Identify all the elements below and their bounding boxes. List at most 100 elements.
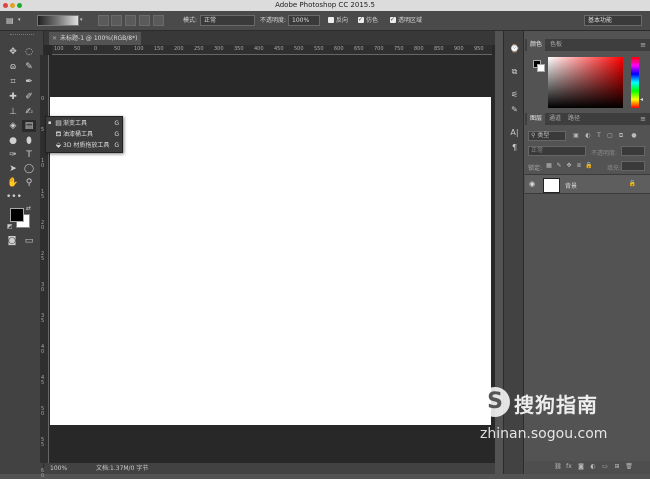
paragraph-panel-icon[interactable]: ¶ — [508, 142, 521, 153]
filter-pixel-icon[interactable]: ▣ — [572, 132, 580, 140]
workspace-switcher[interactable]: 基本功能 — [584, 15, 642, 26]
zoom-level[interactable]: 100% — [50, 463, 67, 474]
flyout-item-paint-bucket[interactable]: ⛾ 油漆桶工具 G — [46, 129, 122, 140]
marquee-tool-icon[interactable]: ◌ — [22, 46, 36, 58]
diamond-gradient-button[interactable] — [153, 15, 164, 26]
path-selection-tool-icon[interactable]: ➤ — [6, 163, 20, 175]
layer-name[interactable]: 背景 — [565, 181, 577, 190]
default-colors-icon[interactable]: ◩ — [7, 223, 13, 230]
ellipse-tool-icon[interactable]: ◯ — [22, 163, 36, 175]
gradient-picker[interactable] — [37, 15, 79, 26]
pen-tool-icon[interactable]: ✑ — [6, 149, 20, 161]
lasso-tool-icon[interactable]: ɷ — [6, 61, 20, 73]
filter-adjustment-icon[interactable]: ◐ — [584, 132, 592, 140]
adjustment-layer-icon[interactable]: ◐ — [589, 463, 597, 471]
dodge-tool-icon[interactable]: ⬮ — [22, 135, 36, 147]
zoom-tool-icon[interactable]: ⚲ — [22, 177, 36, 189]
layer-mask-icon[interactable]: ◙ — [577, 463, 585, 471]
delete-layer-icon[interactable]: 🗑 — [625, 463, 633, 471]
tab-paths[interactable]: 路径 — [565, 113, 583, 125]
document-info[interactable]: 文档:1.37M/0 字节 — [96, 463, 148, 474]
horizontal-ruler[interactable]: 100 50 0 50 100 150 200 250 300 350 400 450 500 550 60… — [52, 45, 492, 55]
radial-gradient-button[interactable] — [111, 15, 122, 26]
quick-select-tool-icon[interactable]: ✎ — [22, 61, 36, 73]
angle-gradient-button[interactable] — [125, 15, 136, 26]
lock-all-icon[interactable]: 🔒 — [585, 162, 593, 170]
lock-transparency-icon[interactable]: ▦ — [545, 162, 553, 170]
color-field[interactable] — [548, 57, 623, 108]
history-brush-tool-icon[interactable]: ✍ — [22, 106, 36, 118]
ruler-tick-label: 50 — [114, 46, 121, 52]
character-panel-icon[interactable]: A| — [508, 127, 521, 138]
document-tab[interactable]: ✕ 未标题-1 @ 100%(RGB/8*) — [49, 32, 141, 45]
history-panel-icon[interactable]: ⌚ — [508, 43, 521, 54]
workspace-value: 基本功能 — [588, 17, 613, 24]
foreground-color-swatch[interactable] — [10, 208, 24, 222]
chevron-down-icon[interactable]: ▾ — [80, 17, 83, 23]
properties-panel-icon[interactable]: ⧉ — [508, 66, 521, 77]
reflected-gradient-button[interactable] — [139, 15, 150, 26]
lock-pixels-icon[interactable]: ✎ — [555, 162, 563, 170]
panel-grip[interactable] — [10, 34, 34, 37]
layer-fill-input[interactable] — [621, 161, 645, 171]
panel-menu-icon[interactable]: ≡ — [640, 41, 646, 49]
panel-menu-icon[interactable]: ≡ — [640, 115, 646, 123]
link-layers-icon[interactable]: ⛓ — [554, 463, 562, 471]
new-layer-icon[interactable]: ⊞ — [613, 463, 621, 471]
tab-swatches[interactable]: 色板 — [547, 39, 565, 51]
eyedropper-tool-icon[interactable]: ✒ — [22, 76, 36, 88]
new-group-icon[interactable]: ▭ — [601, 463, 609, 471]
close-tab-icon[interactable]: ✕ — [52, 35, 57, 42]
mode-select[interactable]: 正常 — [200, 15, 255, 26]
healing-brush-tool-icon[interactable]: ✚ — [6, 91, 20, 103]
more-tools-icon[interactable]: ••• — [6, 191, 22, 203]
checkbox-checked-icon — [358, 14, 364, 25]
minimize-window-button[interactable] — [10, 3, 15, 8]
crop-tool-icon[interactable]: ⌗ — [6, 76, 20, 88]
gradient-tool-icon[interactable]: ▤ — [22, 120, 36, 132]
screen-mode-icon[interactable]: ▭ — [22, 235, 36, 247]
brush-tool-icon[interactable]: ✐ — [22, 91, 36, 103]
blur-tool-icon[interactable]: ● — [6, 135, 20, 147]
adjustments-panel-icon[interactable]: ⚟ — [508, 89, 521, 100]
hue-slider[interactable] — [631, 57, 639, 108]
layer-filter-select[interactable]: ⚲ 类型 — [528, 131, 566, 141]
quick-mask-icon[interactable]: ◙ — [5, 235, 19, 247]
move-tool-icon[interactable]: ✥ — [6, 46, 20, 58]
filter-smart-object-icon[interactable]: ⧉ — [617, 132, 625, 140]
filter-shape-icon[interactable]: ▢ — [606, 132, 614, 140]
hand-tool-icon[interactable]: ✋ — [6, 177, 20, 189]
eye-visibility-icon[interactable]: ◉ — [529, 180, 535, 188]
type-tool-icon[interactable]: T — [22, 149, 36, 161]
ruler-tick-label: 850 — [434, 46, 444, 52]
flyout-item-gradient[interactable]: ▪ ▤ 渐变工具 G — [46, 118, 122, 129]
lock-artboard-icon[interactable]: ⧈ — [575, 162, 583, 170]
ruler-tick-label: 750 — [394, 46, 404, 52]
linear-gradient-button[interactable] — [98, 15, 109, 26]
swap-colors-icon[interactable]: ⇄ — [26, 205, 31, 212]
dither-checkbox[interactable]: 仿色 — [358, 14, 378, 26]
opacity-input[interactable]: 100% — [288, 15, 320, 26]
clone-stamp-tool-icon[interactable]: ⊥ — [6, 106, 20, 118]
hue-slider-handle-icon[interactable]: ◂ — [640, 96, 643, 103]
transparency-checkbox[interactable]: 透明区域 — [390, 14, 422, 26]
blend-mode-select[interactable]: 正常 — [528, 146, 586, 156]
reverse-checkbox[interactable]: 反向 — [328, 15, 348, 26]
flyout-item-3d-material-drop[interactable]: ⬙ 3D 材质拖放工具 G — [46, 140, 122, 151]
tab-color[interactable]: 颜色 — [527, 39, 546, 51]
gradient-tool-icon: ▤ — [6, 16, 14, 25]
filter-type-icon[interactable]: T — [595, 132, 603, 140]
layer-style-icon[interactable]: fx — [565, 463, 573, 471]
brush-panel-icon[interactable]: ✎ — [508, 104, 521, 115]
tool-preset-picker[interactable]: ▤ ▾ — [4, 15, 26, 26]
lock-position-icon[interactable]: ✥ — [565, 162, 573, 170]
layer-opacity-input[interactable] — [621, 146, 645, 156]
zoom-window-button[interactable] — [17, 3, 22, 8]
close-window-button[interactable] — [3, 3, 8, 8]
tab-channels[interactable]: 通道 — [546, 113, 564, 125]
panel-background-swatch[interactable] — [537, 64, 545, 72]
filter-toggle-icon[interactable]: ● — [630, 132, 638, 140]
eraser-tool-icon[interactable]: ◈ — [6, 120, 20, 132]
layer-row[interactable]: ◉ 背景 🔒 — [525, 174, 650, 194]
tab-layers[interactable]: 图层 — [527, 113, 546, 125]
